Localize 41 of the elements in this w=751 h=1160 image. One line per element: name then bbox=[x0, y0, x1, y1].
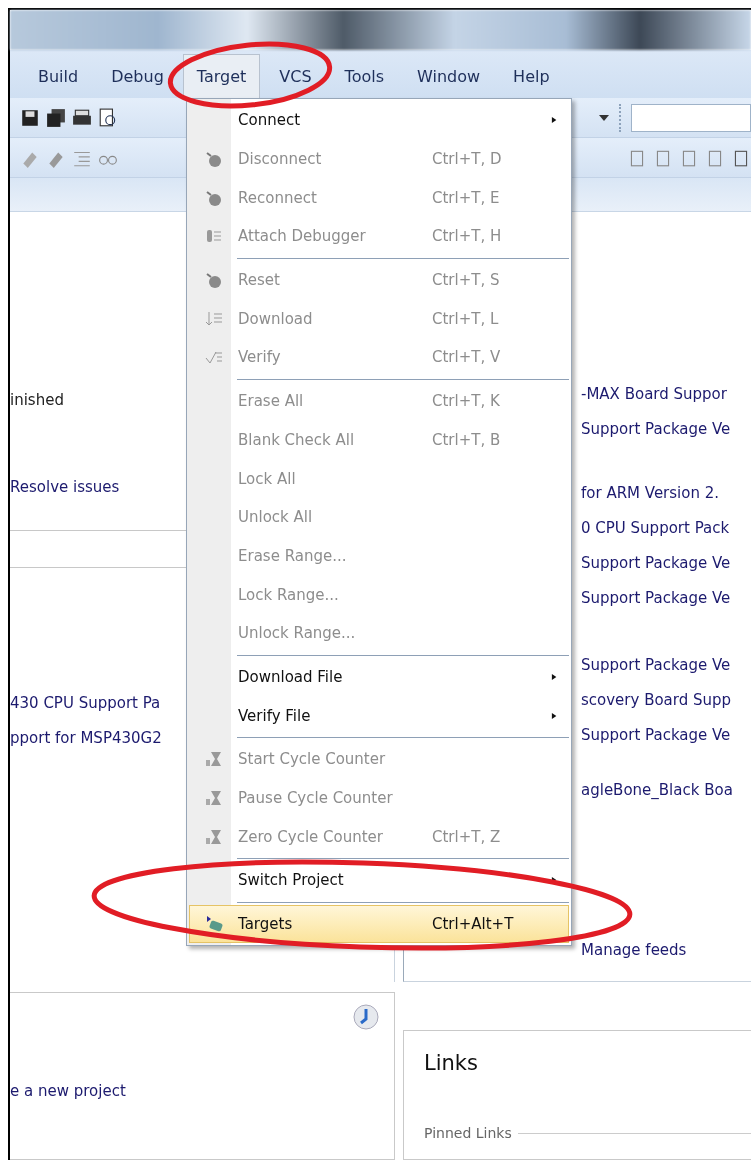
refresh-icon[interactable] bbox=[352, 1003, 380, 1031]
menu-title[interactable]: Window bbox=[403, 54, 495, 98]
package-link[interactable]: scovery Board Supp bbox=[581, 690, 732, 710]
package-link[interactable]: for ARM Version 2. bbox=[581, 483, 720, 503]
print-preview-icon[interactable] bbox=[98, 107, 118, 128]
package-link[interactable]: Support Package Ve bbox=[581, 419, 731, 439]
menu-item[interactable]: Verify File bbox=[189, 696, 569, 735]
package-link[interactable]: agleBone_Black Boa bbox=[581, 780, 733, 800]
package-link[interactable]: Support Package Ve bbox=[581, 553, 731, 573]
hourglass-icon bbox=[205, 789, 223, 808]
save-icon[interactable] bbox=[20, 107, 40, 128]
resolve-link[interactable]: Resolve issues bbox=[10, 477, 120, 497]
package-link[interactable]: pport for MSP430G2 bbox=[10, 728, 162, 748]
menu-item[interactable]: Download File bbox=[189, 657, 569, 697]
menu-item[interactable]: Targets Ctrl+Alt+T bbox=[189, 904, 569, 944]
menu-title[interactable]: Debug bbox=[97, 54, 178, 98]
manage-feeds-link[interactable]: Manage feeds bbox=[581, 940, 687, 960]
printer-icon[interactable] bbox=[72, 107, 92, 128]
save-all-icon[interactable] bbox=[46, 107, 66, 128]
section-label: Pinned Links bbox=[424, 1125, 512, 1141]
status-text: inished bbox=[10, 390, 64, 410]
menu-title[interactable]: Build bbox=[24, 54, 93, 98]
package-link[interactable]: -MAX Board Suppor bbox=[581, 384, 727, 404]
search-field[interactable] bbox=[631, 103, 751, 132]
download-icon bbox=[205, 309, 223, 328]
package-link[interactable]: Support Package Ve bbox=[581, 655, 731, 675]
package-link[interactable]: 430 CPU Support Pa bbox=[10, 693, 161, 713]
hourglass-icon bbox=[205, 750, 223, 769]
package-link[interactable]: Support Package Ve bbox=[581, 588, 731, 608]
hourglass-icon bbox=[205, 827, 223, 846]
caret-icon[interactable] bbox=[599, 114, 609, 121]
menu-title[interactable]: Tools bbox=[330, 54, 398, 98]
menu-title[interactable]: VCS bbox=[265, 54, 326, 98]
menu-title[interactable]: Help bbox=[499, 54, 564, 98]
menu-item[interactable]: Connect bbox=[189, 101, 569, 140]
package-link[interactable]: 0 CPU Support Pack bbox=[581, 518, 730, 538]
panel-title: Links bbox=[424, 1051, 479, 1075]
menu-item[interactable]: Switch Project bbox=[189, 861, 569, 900]
new-project-link[interactable]: e a new project bbox=[10, 1081, 126, 1101]
package-link[interactable]: Support Package Ve bbox=[581, 725, 731, 745]
menu-title[interactable]: Target bbox=[182, 54, 261, 98]
